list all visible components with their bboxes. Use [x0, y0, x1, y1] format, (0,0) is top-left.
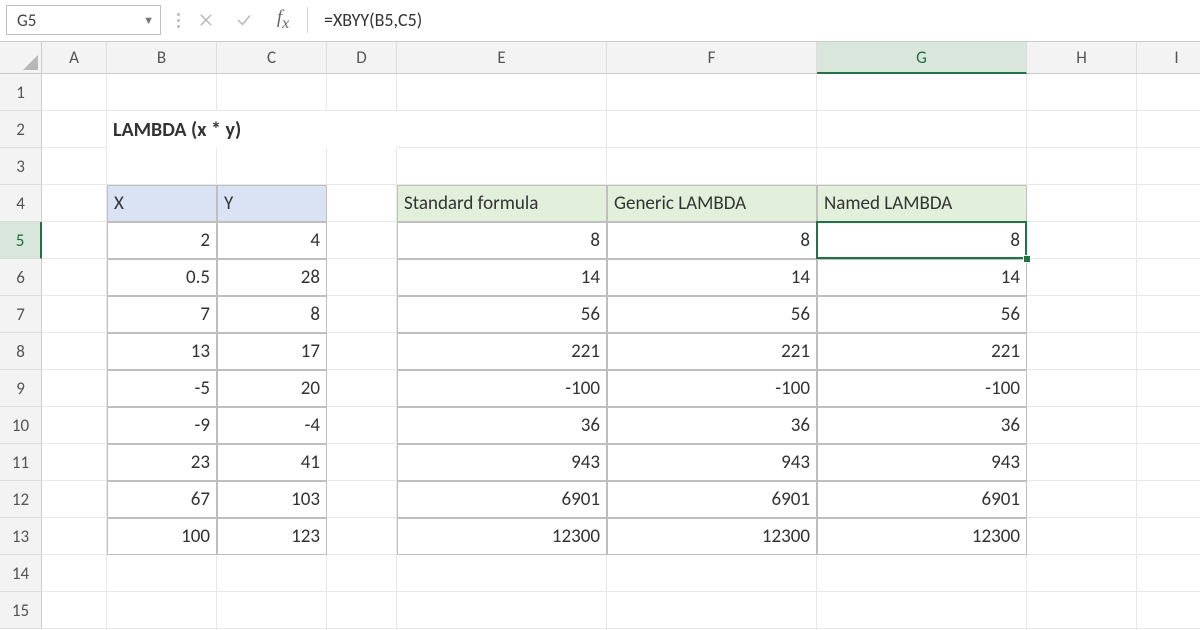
row-header-8[interactable]: 8	[0, 333, 42, 370]
cells-area[interactable]: LAMBDA (x * y) XY Standard formulaGeneric …	[42, 74, 1200, 630]
spreadsheet-grid: ABCDEFGHI 123456789101112131415 LAMBDA (…	[0, 42, 1200, 630]
cell-F10[interactable]: 36	[607, 407, 817, 444]
cell-F5[interactable]: 8	[607, 222, 817, 259]
cell-B8[interactable]: 13	[107, 333, 217, 370]
enter-button[interactable]	[225, 5, 263, 35]
col-header-I[interactable]: I	[1137, 42, 1200, 74]
cell-C10[interactable]: -4	[217, 407, 327, 444]
cell-B6[interactable]: 0.5	[107, 259, 217, 296]
cell-B7[interactable]: 7	[107, 296, 217, 333]
cell-B12[interactable]: 67	[107, 481, 217, 518]
cell-B13[interactable]: 100	[107, 518, 217, 555]
cell-C8[interactable]: 17	[217, 333, 327, 370]
cell-F8[interactable]: 221	[607, 333, 817, 370]
col-header-F[interactable]: F	[607, 42, 817, 74]
row-header-3[interactable]: 3	[0, 148, 42, 185]
x-icon	[197, 11, 215, 29]
cell-B11[interactable]: 23	[107, 444, 217, 481]
cell-G11[interactable]: 943	[817, 444, 1027, 481]
cell-B10[interactable]: -9	[107, 407, 217, 444]
row-header-12[interactable]: 12	[0, 481, 42, 518]
col-header-H[interactable]: H	[1027, 42, 1137, 74]
chevron-down-icon[interactable]: ▼	[143, 14, 154, 27]
formula-bar: G5 ▼ fx =XBYY(B5,C5)	[0, 0, 1200, 42]
header-named[interactable]: Named LAMBDA	[817, 185, 1027, 222]
insert-function-button[interactable]: fx	[263, 5, 303, 35]
row-header-4[interactable]: 4	[0, 185, 42, 222]
cell-E7[interactable]: 56	[397, 296, 607, 333]
row-headers: 123456789101112131415	[0, 74, 42, 630]
cell-C6[interactable]: 28	[217, 259, 327, 296]
header-x[interactable]: X	[107, 185, 217, 222]
row-header-11[interactable]: 11	[0, 444, 42, 481]
cell-G8[interactable]: 221	[817, 333, 1027, 370]
cell-B9[interactable]: -5	[107, 370, 217, 407]
check-icon	[235, 11, 253, 29]
col-header-G[interactable]: G	[817, 42, 1027, 74]
cell-F9[interactable]: -100	[607, 370, 817, 407]
cell-E10[interactable]: 36	[397, 407, 607, 444]
header-standard[interactable]: Standard formula	[397, 185, 607, 222]
cell-F11[interactable]: 943	[607, 444, 817, 481]
name-box-value: G5	[17, 10, 36, 31]
cell-C13[interactable]: 123	[217, 518, 327, 555]
row-header-2[interactable]: 2	[0, 111, 42, 148]
cell-G12[interactable]: 6901	[817, 481, 1027, 518]
row-header-14[interactable]: 14	[0, 555, 42, 592]
cell-E11[interactable]: 943	[397, 444, 607, 481]
cell-F6[interactable]: 14	[607, 259, 817, 296]
row-header-6[interactable]: 6	[0, 259, 42, 296]
cell-C12[interactable]: 103	[217, 481, 327, 518]
cell-C5[interactable]: 4	[217, 222, 327, 259]
col-header-A[interactable]: A	[42, 42, 107, 74]
cell-F12[interactable]: 6901	[607, 481, 817, 518]
row-header-7[interactable]: 7	[0, 296, 42, 333]
formula-bar-grip[interactable]	[169, 5, 187, 35]
cell-C7[interactable]: 8	[217, 296, 327, 333]
cell-B5[interactable]: 2	[107, 222, 217, 259]
formula-input[interactable]: =XBYY(B5,C5)	[312, 5, 1194, 35]
cell-G5[interactable]: 8	[817, 222, 1027, 259]
cancel-button[interactable]	[187, 5, 225, 35]
fill-handle[interactable]	[1023, 255, 1031, 263]
col-header-C[interactable]: C	[217, 42, 327, 74]
cell-G7[interactable]: 56	[817, 296, 1027, 333]
cell-E13[interactable]: 12300	[397, 518, 607, 555]
fx-icon: fx	[277, 7, 289, 33]
cell-G9[interactable]: -100	[817, 370, 1027, 407]
cell-E6[interactable]: 14	[397, 259, 607, 296]
cell-C11[interactable]: 41	[217, 444, 327, 481]
select-all-corner[interactable]	[0, 42, 42, 74]
col-header-D[interactable]: D	[327, 42, 397, 74]
cell-F7[interactable]: 56	[607, 296, 817, 333]
cell-G13[interactable]: 12300	[817, 518, 1027, 555]
cell-C9[interactable]: 20	[217, 370, 327, 407]
row-header-9[interactable]: 9	[0, 370, 42, 407]
cell-E12[interactable]: 6901	[397, 481, 607, 518]
cell-E5[interactable]: 8	[397, 222, 607, 259]
cell-G6[interactable]: 14	[817, 259, 1027, 296]
cell-E9[interactable]: -100	[397, 370, 607, 407]
formula-text: =XBYY(B5,C5)	[324, 9, 422, 31]
sheet-title[interactable]: LAMBDA (x * y)	[107, 111, 397, 148]
name-box[interactable]: G5 ▼	[6, 5, 161, 35]
cell-G10[interactable]: 36	[817, 407, 1027, 444]
cell-F13[interactable]: 12300	[607, 518, 817, 555]
row-header-15[interactable]: 15	[0, 592, 42, 629]
col-header-E[interactable]: E	[397, 42, 607, 74]
row-header-5[interactable]: 5	[0, 222, 42, 259]
row-header-10[interactable]: 10	[0, 407, 42, 444]
header-generic[interactable]: Generic LAMBDA	[607, 185, 817, 222]
col-header-B[interactable]: B	[107, 42, 217, 74]
header-y[interactable]: Y	[217, 185, 327, 222]
column-headers: ABCDEFGHI	[42, 42, 1200, 74]
row-header-1[interactable]: 1	[0, 74, 42, 111]
row-header-13[interactable]: 13	[0, 518, 42, 555]
cell-E8[interactable]: 221	[397, 333, 607, 370]
